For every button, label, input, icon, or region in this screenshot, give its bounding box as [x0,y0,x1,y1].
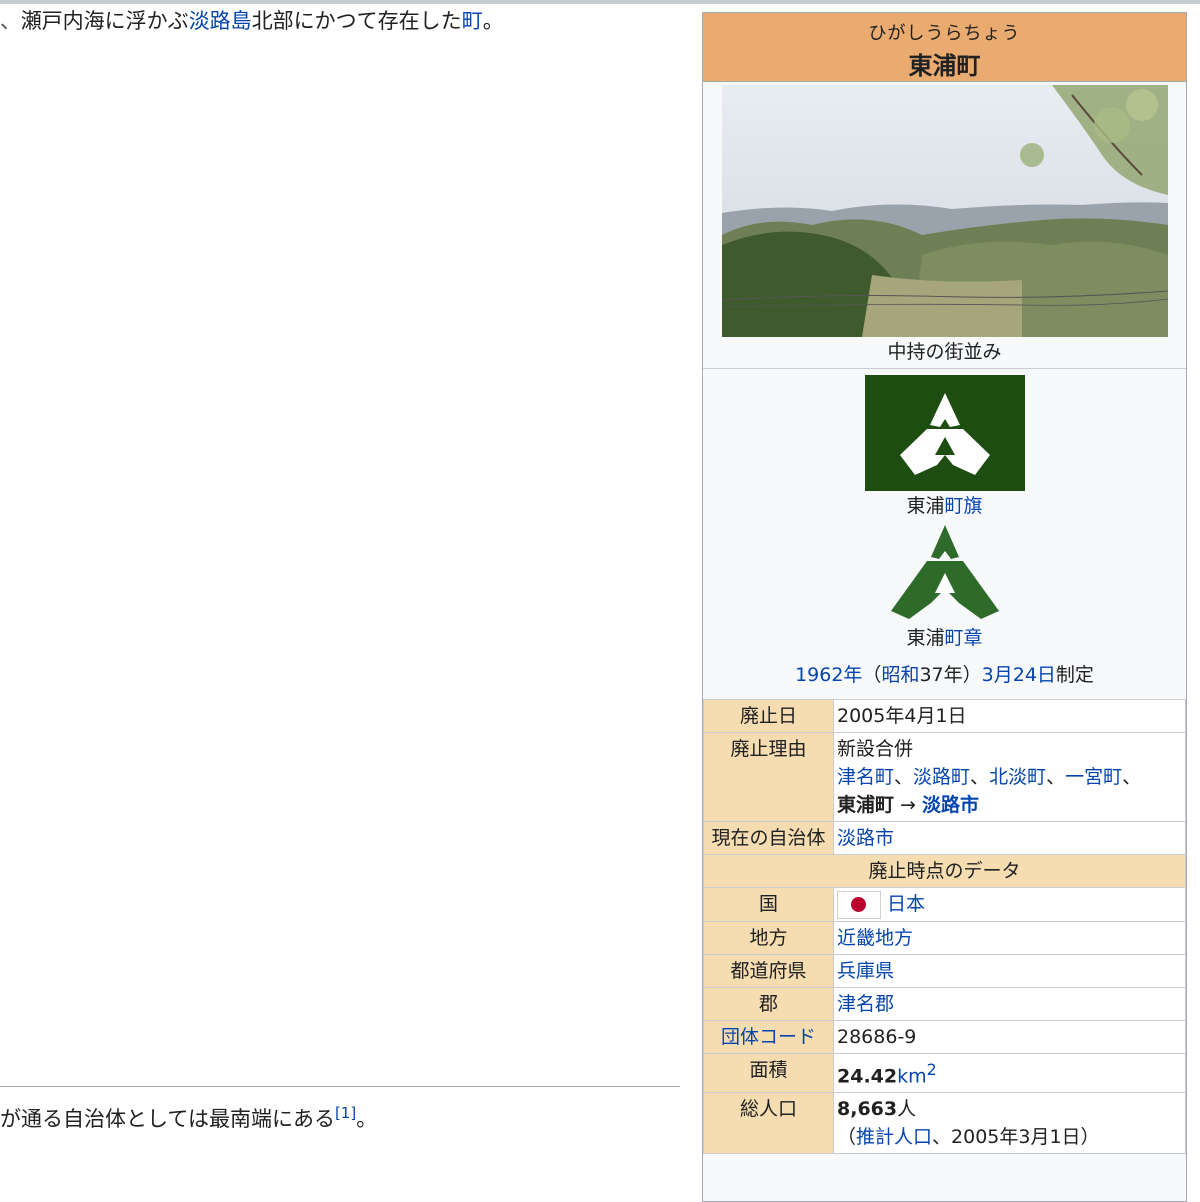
link-municipality-code[interactable]: 団体コード [721,1026,816,1048]
link-town-flag[interactable]: 町旗 [945,495,983,517]
intro-lead-char: 、 [0,9,21,33]
value-abolished-date: 2005年4月1日 [833,699,1186,733]
population-unit: 人 [897,1097,917,1120]
town-emblem-image[interactable] [887,523,1003,623]
sep: 、 [970,766,990,788]
link-tsuna-district[interactable]: 津名郡 [837,993,894,1015]
value-district: 津名郡 [833,986,1186,1021]
row-district: 郡 津名郡 [703,986,1186,1021]
date-paren: （ [862,664,882,686]
japan-flag-icon[interactable] [837,890,881,919]
label-prefecture: 都道府県 [703,953,834,988]
row-code: 団体コード 28686-9 [703,1019,1186,1054]
link-year-1962[interactable]: 1962年 [795,664,862,686]
value-region: 近畿地方 [833,920,1186,955]
reference-link-1[interactable]: [1] [335,1104,356,1122]
value-abolish-reason: 新設合併 津名町、淡路町、北淡町、一宮町、 東浦町 → 淡路市 [833,732,1186,822]
link-km[interactable]: km [897,1065,927,1087]
merge-type: 新設合併 [837,738,914,760]
merge-town-list: 津名町、淡路町、北淡町、一宮町、 [837,763,1182,791]
link-awaji-city-result[interactable]: 淡路市 [922,794,979,816]
town-name-kana: ひがしうらちょう [868,23,1021,44]
flag-caption: 東浦町旗 [703,491,1186,518]
row-section-header: 廃止時点のデータ [703,854,1186,888]
link-town-emblem[interactable]: 町章 [945,627,983,649]
section-divider [0,1086,680,1087]
link-march-24[interactable]: 3月24日 [982,664,1056,686]
merge-result-line: 東浦町 → 淡路市 [837,791,1182,819]
label-current-municipality: 現在の自治体 [703,821,834,855]
label-district: 郡 [703,986,834,1021]
sep: 、 [1046,766,1066,788]
flag-caption-prefix: 東浦 [906,495,945,517]
intro-text-3: 。 [482,9,504,33]
emblem-caption: 東浦町章 [703,623,1186,650]
symbols-cell: 東浦町旗 東浦町章 1962年（昭和37年）3月24日制定 [703,369,1186,700]
link-town[interactable]: 町 [462,9,483,33]
label-code: 団体コード [703,1019,834,1054]
link-awaji-city[interactable]: 淡路市 [837,827,894,849]
section-title: 廃止時点のデータ [703,854,1186,888]
sep: 、 [1122,766,1142,788]
population-number: 8,663 [837,1097,898,1120]
link-estimated-population[interactable]: 推計人口 [856,1126,932,1148]
value-country: 日本 [833,887,1186,922]
link-japan[interactable]: 日本 [887,893,925,915]
top-border [0,0,1200,4]
era-year: 37年） [919,664,982,686]
row-prefecture: 都道府県 兵庫県 [703,953,1186,988]
label-area: 面積 [703,1052,834,1093]
label-population: 総人口 [703,1091,834,1154]
link-ichinomiya-town[interactable]: 一宮町 [1065,766,1122,788]
row-abolish-reason: 廃止理由 新設合併 津名町、淡路町、北淡町、一宮町、 東浦町 → 淡路市 [703,732,1186,822]
infobox-data-table: 廃止日 2005年4月1日 廃止理由 新設合併 津名町、淡路町、北淡町、一宮町、… [703,699,1186,1154]
value-population: 8,663人 （推計人口、2005年3月1日） [833,1091,1186,1154]
link-awaji-town[interactable]: 淡路町 [913,766,970,788]
date-suffix: 制定 [1055,664,1094,686]
link-showa[interactable]: 昭和 [881,664,919,686]
pop-note-rest: 、2005年3月1日） [932,1125,1100,1148]
value-area: 24.42km2 [833,1052,1186,1093]
area-number: 24.42 [837,1064,898,1087]
sep: 、 [894,766,914,788]
established-date: 1962年（昭和37年）3月24日制定 [703,660,1186,687]
link-km-sup[interactable]: 2 [927,1060,937,1079]
link-awaji-island[interactable]: 淡路島 [189,9,252,33]
emblem-caption-prefix: 東浦 [906,627,945,649]
link-kinki[interactable]: 近畿地方 [837,927,913,949]
landscape-photo[interactable] [722,85,1168,337]
value-prefecture: 兵庫県 [833,953,1186,988]
row-country: 国 日本 [703,887,1186,922]
infobox-header: ひがしうらちょう 東浦町 [703,13,1186,82]
intro-text-2: 北部にかつて存在した [251,9,462,33]
label-abolish-reason: 廃止理由 [703,732,834,822]
link-tsuna-town[interactable]: 津名町 [837,766,894,788]
merge-arrow: → [894,794,923,816]
link-hokudan-town[interactable]: 北淡町 [989,766,1046,788]
row-current-municipality: 現在の自治体 淡路市 [703,821,1186,855]
para2-text: が通る自治体としては最南端にある [0,1107,335,1131]
value-current-municipality: 淡路市 [833,821,1186,855]
merge-self: 東浦町 [837,794,895,816]
label-region: 地方 [703,920,834,955]
value-code: 28686-9 [833,1019,1186,1054]
label-country: 国 [703,887,834,922]
town-flag-image[interactable] [865,375,1025,491]
photo-caption: 中持の街並み [887,341,1002,363]
intro-text-1: 瀬戸内海に浮かぶ [20,9,189,33]
second-paragraph: が通る自治体としては最南端にある[1]。 [0,1098,377,1134]
town-name: 東浦町 [908,52,981,80]
label-abolished-date: 廃止日 [703,699,834,733]
row-population: 総人口 8,663人 （推計人口、2005年3月1日） [703,1091,1186,1154]
intro-paragraph: 、 瀬戸内海に浮かぶ淡路島北部にかつて存在した町。 [0,6,690,36]
link-hyogo[interactable]: 兵庫県 [837,960,894,982]
infobox: ひがしうらちょう 東浦町 中持の街並み 東浦町旗 東浦町章 1962年（昭和37… [702,12,1187,1202]
photo-cell: 中持の街並み [703,82,1186,369]
row-region: 地方 近畿地方 [703,920,1186,955]
pop-note-open: （ [837,1125,857,1148]
row-abolished-date: 廃止日 2005年4月1日 [703,699,1186,733]
row-area: 面積 24.42km2 [703,1052,1186,1093]
para2-end: 。 [356,1107,378,1131]
